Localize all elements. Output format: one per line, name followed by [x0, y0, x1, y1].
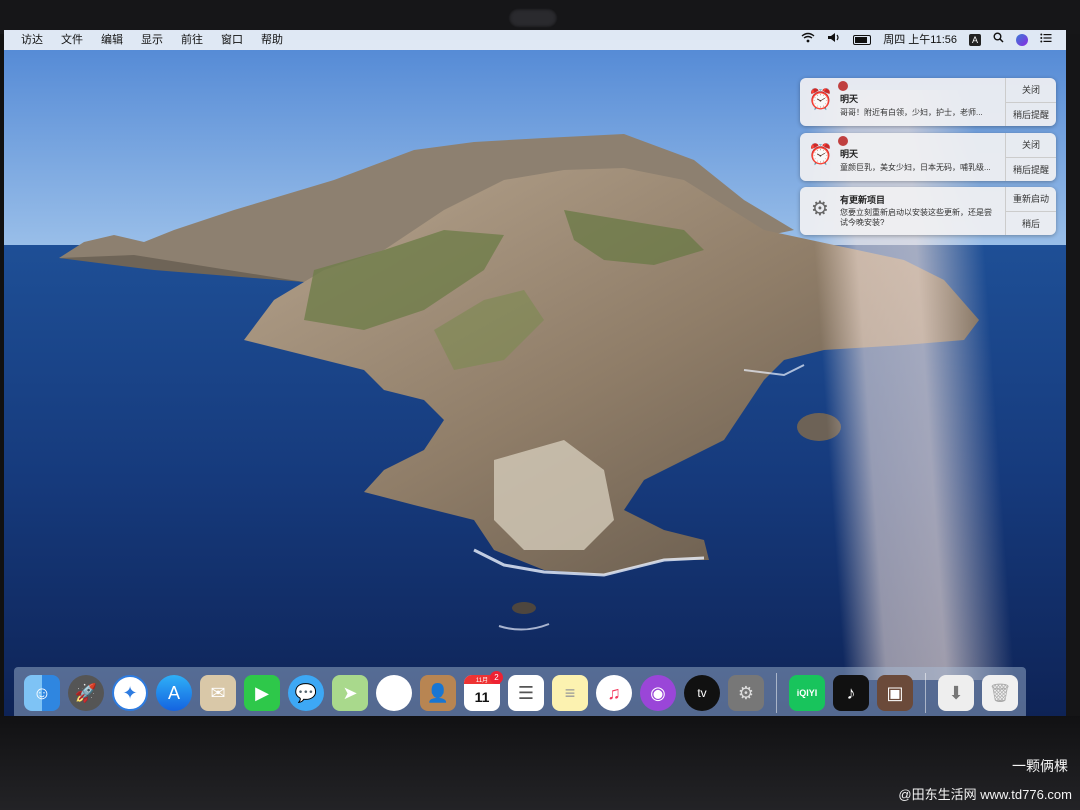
webcam: [508, 8, 558, 28]
downloads-icon[interactable]: ⬇: [938, 675, 974, 711]
input-method-icon[interactable]: A: [969, 34, 981, 46]
facetime-icon[interactable]: ▶: [244, 675, 280, 711]
notification-title: 明天: [840, 149, 859, 159]
menu-finder[interactable]: 访达: [12, 30, 52, 50]
battery-icon[interactable]: [853, 35, 872, 45]
dock-separator: [776, 673, 777, 713]
alarm-clock-icon: ⏰: [808, 89, 833, 111]
reminders-icon[interactable]: ☰: [508, 675, 544, 711]
watermark-line2: @田东生活网 www.td776.com: [898, 787, 1072, 802]
dock: ☺ 🚀 ✦ A ✉ ▶ 💬 ➤ ✿ 👤 11月 11 2 ☰ ≡ ♫ ◉ tv …: [14, 667, 1026, 716]
watermark-line1: 一颗俩棵: [1012, 758, 1068, 774]
photo-booth-icon[interactable]: ▣: [877, 675, 913, 711]
launchpad-icon[interactable]: 🚀: [68, 675, 104, 711]
finder-icon[interactable]: ☺: [24, 675, 60, 711]
notification-text: 童颜巨乳，美女少妇，日本无码，哺乳级...: [840, 163, 991, 172]
remind-later-button[interactable]: 稍后提醒: [1006, 156, 1056, 182]
notification-card[interactable]: ⏰ 明天 童颜巨乳，美女少妇，日本无码，哺乳级... 关闭 稍后提醒: [800, 133, 1056, 181]
sender-avatar: [838, 81, 848, 91]
iqiyi-label: iQIYI: [796, 688, 818, 698]
notification-text: 您要立刻重新启动以安装这些更新，还是尝试今晚安装?: [840, 208, 992, 227]
calendar-day: 11: [474, 689, 490, 705]
desktop-screen: 访达 文件 编辑 显示 前往 窗口 帮助 周四 上午11:56 A ⏰ 明天 哥…: [4, 30, 1066, 716]
safari-icon[interactable]: ✦: [112, 675, 148, 711]
menu-view[interactable]: 显示: [132, 30, 172, 50]
update-notification-card[interactable]: ⚙ 有更新项目 您要立刻重新启动以安装这些更新，还是尝试今晚安装? 重新启动 稍…: [800, 187, 1056, 235]
volume-icon[interactable]: [827, 30, 841, 50]
calendar-badge: 2: [490, 671, 503, 684]
maps-icon[interactable]: ➤: [332, 675, 368, 711]
photos-icon[interactable]: ✿: [376, 675, 412, 711]
remind-later-button[interactable]: 稍后提醒: [1006, 101, 1056, 127]
tv-label: tv: [697, 686, 707, 700]
siri-icon[interactable]: [1016, 34, 1028, 46]
later-button[interactable]: 稍后: [1006, 210, 1056, 236]
menu-help[interactable]: 帮助: [252, 30, 292, 50]
menu-bar: 访达 文件 编辑 显示 前往 窗口 帮助 周四 上午11:56 A: [4, 30, 1066, 50]
iqiyi-icon[interactable]: iQIYI: [789, 675, 825, 711]
notification-title: 明天: [840, 94, 859, 104]
sender-avatar: [838, 136, 848, 146]
notification-center-icon[interactable]: [1040, 30, 1052, 50]
calendar-icon[interactable]: 11月 11 2: [464, 671, 503, 711]
trash-icon[interactable]: 🗑: [982, 675, 1018, 711]
wifi-icon[interactable]: [801, 30, 815, 50]
menu-window[interactable]: 窗口: [212, 30, 252, 50]
system-preferences-icon[interactable]: ⚙: [728, 675, 764, 711]
podcasts-icon[interactable]: ◉: [640, 675, 676, 711]
music-icon[interactable]: ♫: [596, 675, 632, 711]
messages-icon[interactable]: 💬: [288, 675, 324, 711]
mail-icon[interactable]: ✉: [200, 675, 236, 711]
notification-text: 哥哥！附近有白领，少妇，护士，老师...: [840, 108, 983, 117]
gear-icon: ⚙: [811, 198, 829, 220]
notes-icon[interactable]: ≡: [552, 675, 588, 711]
tv-icon[interactable]: tv: [684, 675, 720, 711]
laptop-bezel-right: [1066, 34, 1080, 716]
close-button[interactable]: 关闭: [1006, 133, 1056, 157]
app-store-icon[interactable]: A: [156, 675, 192, 711]
laptop-bezel-top: [0, 0, 1080, 34]
notification-card[interactable]: ⏰ 明天 哥哥！附近有白领，少妇，护士，老师... 关闭 稍后提醒: [800, 78, 1056, 126]
menu-file[interactable]: 文件: [52, 30, 92, 50]
search-icon[interactable]: [993, 30, 1004, 50]
tiktok-icon[interactable]: ♪: [833, 675, 869, 711]
dock-separator: [925, 673, 926, 713]
contacts-icon[interactable]: 👤: [420, 675, 456, 711]
close-button[interactable]: 关闭: [1006, 78, 1056, 102]
restart-button[interactable]: 重新启动: [1006, 187, 1056, 211]
alarm-clock-icon: ⏰: [808, 144, 833, 166]
clock[interactable]: 周四 上午11:56: [883, 30, 957, 50]
menu-edit[interactable]: 编辑: [92, 30, 132, 50]
menu-go[interactable]: 前往: [172, 30, 212, 50]
notification-title: 有更新项目: [840, 195, 886, 205]
